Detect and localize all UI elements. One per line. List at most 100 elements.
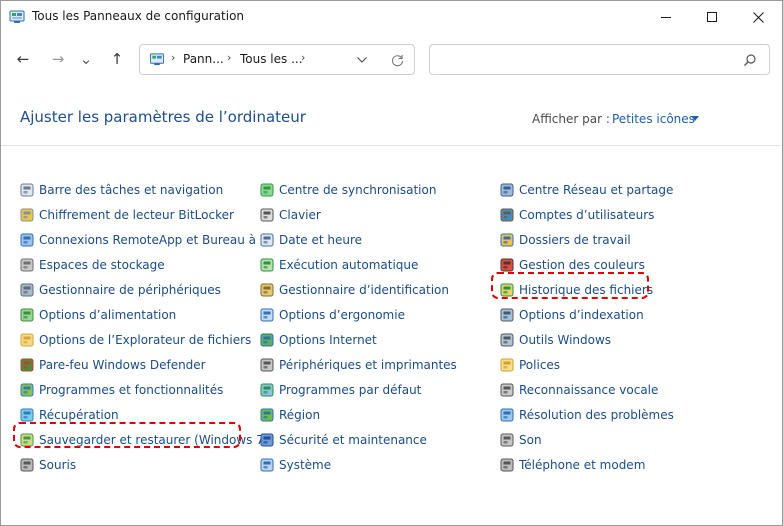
item-label: Son	[519, 432, 542, 447]
control-panel-item-date-time[interactable]: Date et heure	[259, 227, 457, 252]
chevron-right-icon: ›	[301, 51, 306, 64]
navigation-bar: ← → ⌄ ↑ › Pann... › Tous les ... ›	[1, 39, 782, 79]
item-label: Région	[279, 407, 321, 422]
control-panel-item-device-manager[interactable]: Gestionnaire de périphériques	[19, 277, 271, 302]
item-label: Options d’alimentation	[39, 307, 177, 322]
power-options-icon	[20, 308, 34, 321]
title-bar[interactable]: Tous les Panneaux de configuration	[1, 1, 782, 33]
item-label: Centre de synchronisation	[279, 182, 437, 197]
search-icon	[744, 54, 756, 66]
remoteapp-icon	[20, 233, 34, 246]
mouse-icon	[20, 458, 34, 471]
control-panel-item-storage-spaces[interactable]: Espaces de stockage	[19, 252, 271, 277]
item-label: Centre Réseau et partage	[519, 182, 674, 197]
item-label: Date et heure	[279, 232, 363, 247]
control-panel-icon	[149, 53, 165, 66]
indexing-options-icon	[500, 308, 514, 321]
arrow-left-icon: ←	[16, 50, 30, 68]
control-panel-item-work-folders[interactable]: Dossiers de travail	[499, 227, 674, 252]
control-panel-item-troubleshooting[interactable]: Résolution des problèmes	[499, 402, 674, 427]
control-panel-item-sound[interactable]: Son	[499, 427, 674, 452]
address-bar[interactable]: › Pann... › Tous les ... ›	[139, 44, 415, 75]
control-panel-item-system[interactable]: Système	[259, 452, 457, 477]
maximize-button[interactable]	[689, 1, 735, 33]
control-panel-item-internet-options[interactable]: Options Internet	[259, 327, 457, 352]
main-content: Ajuster les paramètres de l’ordinateur A…	[1, 93, 782, 525]
programs-icon	[20, 383, 34, 396]
control-panel-item-region[interactable]: Région	[259, 402, 457, 427]
item-label: Connexions RemoteApp et Bureau à ...	[39, 232, 272, 247]
maximize-icon	[707, 12, 717, 22]
network-sharing-icon	[500, 183, 514, 196]
control-panel-item-windows-tools[interactable]: Outils Windows	[499, 327, 674, 352]
control-panel-item-ease-of-access[interactable]: Options d’ergonomie	[259, 302, 457, 327]
control-panel-item-credential-manager[interactable]: Gestionnaire d’identification	[259, 277, 457, 302]
forward-button[interactable]: →	[46, 47, 70, 71]
control-panel-item-security-maintenance[interactable]: Sécurité et maintenance	[259, 427, 457, 452]
taskbar-icon	[20, 183, 34, 196]
refresh-button[interactable]	[388, 51, 406, 69]
color-management-icon	[500, 258, 514, 271]
arrow-right-icon: →	[51, 50, 65, 68]
search-input[interactable]	[429, 44, 770, 75]
refresh-icon	[391, 54, 403, 66]
control-panel-item-programs[interactable]: Programmes et fonctionnalités	[19, 377, 271, 402]
speech-recognition-icon	[500, 383, 514, 396]
item-label: Système	[279, 457, 332, 472]
control-panel-item-user-accounts[interactable]: Comptes d’utilisateurs	[499, 202, 674, 227]
breadcrumb-item[interactable]: Tous les ...	[240, 52, 303, 66]
keyboard-icon	[260, 208, 274, 221]
control-panel-item-indexing-options[interactable]: Options d’indexation	[499, 302, 674, 327]
breadcrumb-item[interactable]: Pann...	[183, 52, 224, 66]
devices-printers-icon	[260, 358, 274, 371]
control-panel-item-sync-center[interactable]: Centre de synchronisation	[259, 177, 457, 202]
caret-down-icon[interactable]	[691, 116, 699, 121]
item-label: Comptes d’utilisateurs	[519, 207, 655, 222]
control-panel-item-bitlocker[interactable]: Chiffrement de lecteur BitLocker	[19, 202, 271, 227]
back-button[interactable]: ←	[11, 47, 35, 71]
item-label: Souris	[39, 457, 77, 472]
autoplay-icon	[260, 258, 274, 271]
control-panel-item-network-sharing[interactable]: Centre Réseau et partage	[499, 177, 674, 202]
control-panel-item-devices-printers[interactable]: Périphériques et imprimantes	[259, 352, 457, 377]
address-dropdown-button[interactable]	[353, 51, 371, 69]
up-button[interactable]: ↑	[105, 47, 129, 71]
item-label: Gestionnaire d’identification	[279, 282, 449, 297]
minimize-button[interactable]	[643, 1, 689, 33]
control-panel-item-remoteapp[interactable]: Connexions RemoteApp et Bureau à ...	[19, 227, 271, 252]
control-panel-icon	[9, 10, 25, 23]
control-panel-item-firewall[interactable]: Pare-feu Windows Defender	[19, 352, 271, 377]
control-panel-item-phone-modem[interactable]: Téléphone et modem	[499, 452, 674, 477]
security-maintenance-icon	[260, 433, 274, 446]
phone-modem-icon	[500, 458, 514, 471]
items-column-2: Centre de synchronisation Clavier Date et …	[259, 177, 457, 477]
control-panel-item-keyboard[interactable]: Clavier	[259, 202, 457, 227]
item-label: Périphériques et imprimantes	[279, 357, 457, 372]
control-panel-item-power-options[interactable]: Options d’alimentation	[19, 302, 271, 327]
close-button[interactable]	[735, 1, 781, 33]
sync-center-icon	[260, 183, 274, 196]
item-label: Polices	[519, 357, 561, 372]
fonts-icon	[500, 358, 514, 371]
item-label: Gestion des couleurs	[519, 257, 645, 272]
control-panel-item-taskbar[interactable]: Barre des tâches et navigation	[19, 177, 271, 202]
highlight-backup-restore	[13, 422, 241, 448]
control-panel-window: Tous les Panneaux de configuration ← → ⌄…	[0, 0, 783, 526]
control-panel-item-folder-options[interactable]: Options de l’Explorateur de fichiers	[19, 327, 271, 352]
control-panel-item-speech-recognition[interactable]: Reconnaissance vocale	[499, 377, 674, 402]
view-by-label: Afficher par :	[532, 112, 610, 126]
item-label: Options d’indexation	[519, 307, 644, 322]
control-panel-item-autoplay[interactable]: Exécution automatique	[259, 252, 457, 277]
item-label: Outils Windows	[519, 332, 612, 347]
control-panel-item-default-programs[interactable]: Programmes par défaut	[259, 377, 457, 402]
items-column-3: Centre Réseau et partage Comptes d’utilis…	[499, 177, 674, 477]
item-label: Clavier	[279, 207, 321, 222]
storage-spaces-icon	[20, 258, 34, 271]
control-panel-item-fonts[interactable]: Polices	[499, 352, 674, 377]
ease-of-access-icon	[260, 308, 274, 321]
view-by-dropdown[interactable]: Petites icônes	[612, 112, 695, 126]
item-label: Options Internet	[279, 332, 377, 347]
control-panel-item-mouse[interactable]: Souris	[19, 452, 271, 477]
recent-locations-button[interactable]: ⌄	[77, 47, 95, 71]
item-label: Pare-feu Windows Defender	[39, 357, 206, 372]
